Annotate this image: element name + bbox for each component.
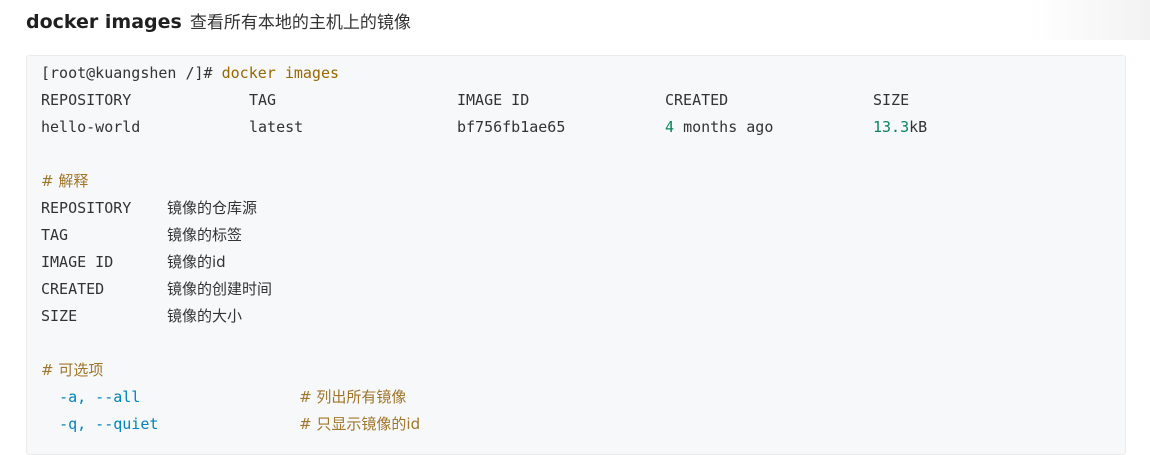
col-header-size: SIZE	[873, 91, 910, 109]
explain-key: IMAGE ID	[41, 253, 114, 271]
options-comment: # 可选项	[41, 361, 104, 379]
explain-comment: # 解释	[41, 172, 89, 190]
heading-command: docker images	[26, 11, 182, 33]
explain-key: TAG	[41, 226, 69, 244]
col-header-image-id: IMAGE ID	[457, 91, 530, 109]
cell-created-text: months ago	[683, 118, 774, 136]
col-header-created: CREATED	[665, 91, 729, 109]
option-item: -q, --quiet # 只显示镜像的id	[41, 411, 1125, 438]
explain-item: REPOSITORY 镜像的仓库源	[41, 195, 1125, 222]
option-comment: # 列出所有镜像	[299, 388, 407, 406]
cell-created-number: 4	[665, 118, 675, 136]
cell-created: 4 months ago	[665, 114, 873, 141]
explain-item: TAG 镜像的标签	[41, 222, 1125, 249]
cell-size-unit: kB	[909, 118, 928, 136]
cell-repository: hello-world	[41, 118, 141, 136]
explain-value: 镜像的标签	[167, 226, 243, 244]
explain-key: CREATED	[41, 280, 105, 298]
explain-item: CREATED 镜像的创建时间	[41, 276, 1125, 303]
option-comment: # 只显示镜像的id	[299, 415, 421, 433]
explain-value: 镜像的id	[167, 253, 226, 271]
command-line: [root@kuangshen /]# docker images	[41, 60, 1125, 87]
toolbar-fade	[1030, 0, 1150, 40]
table-row: hello-world latest bf756fb1ae65 4 months ag…	[41, 114, 1125, 141]
section-heading: docker images 查看所有本地的主机上的镜像	[26, 8, 411, 36]
cell-image-id: bf756fb1ae65	[457, 118, 566, 136]
explain-value: 镜像的大小	[167, 307, 243, 325]
cell-size-number: 13.3	[873, 118, 910, 136]
option-flag: -q, --quiet	[59, 415, 159, 433]
option-flag: -a, --all	[59, 388, 141, 406]
cell-tag: latest	[249, 118, 304, 136]
col-header-repository: REPOSITORY	[41, 91, 132, 109]
table-header-row: REPOSITORY TAG IMAGE ID CREATED SIZE	[41, 87, 1125, 114]
option-item: -a, --all # 列出所有镜像	[41, 384, 1125, 411]
explain-item: SIZE 镜像的大小	[41, 303, 1125, 330]
explain-key: REPOSITORY	[41, 199, 132, 217]
explain-item: IMAGE ID 镜像的id	[41, 249, 1125, 276]
explain-value: 镜像的仓库源	[167, 199, 258, 217]
heading-description: 查看所有本地的主机上的镜像	[189, 13, 411, 33]
code-block[interactable]: [root@kuangshen /]# docker images REPOSI…	[26, 55, 1126, 455]
col-header-tag: TAG	[249, 91, 277, 109]
explain-key: SIZE	[41, 307, 78, 325]
cell-size: 13.3kB	[873, 114, 927, 141]
shell-command: docker images	[221, 64, 340, 82]
explain-value: 镜像的创建时间	[167, 280, 273, 298]
shell-prompt: [root@kuangshen /]#	[41, 64, 213, 82]
